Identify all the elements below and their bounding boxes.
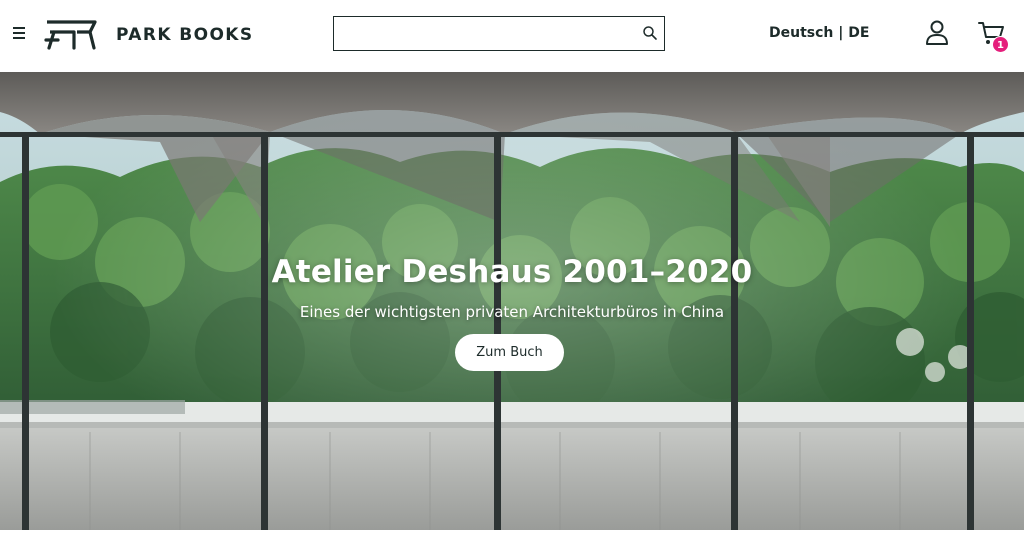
- cart-count-badge: 1: [992, 36, 1009, 53]
- page-content-area: [0, 530, 1024, 551]
- user-icon[interactable]: [925, 20, 949, 46]
- site-header: PARK BOOKS Deutsch | DE 1: [0, 0, 1024, 72]
- search-input[interactable]: [334, 17, 634, 49]
- search-icon[interactable]: [642, 25, 658, 41]
- hamburger-menu-icon[interactable]: [12, 24, 28, 44]
- park-bench-logo-icon: [44, 20, 97, 50]
- hero-banner: Atelier Deshaus 2001–2020 Eines der wich…: [0, 72, 1024, 530]
- brand-logo[interactable]: PARK BOOKS: [44, 18, 254, 52]
- hero-title: Atelier Deshaus 2001–2020: [271, 254, 753, 290]
- hero-content: Atelier Deshaus 2001–2020 Eines der wich…: [0, 72, 1024, 530]
- hero-subtitle: Eines der wichtigsten privaten Architekt…: [299, 303, 725, 321]
- language-selector[interactable]: Deutsch | DE: [769, 25, 869, 41]
- search-box: [333, 16, 665, 51]
- zum-buch-button[interactable]: Zum Buch: [455, 334, 564, 371]
- cart-button[interactable]: 1: [978, 20, 1010, 54]
- brand-name: PARK BOOKS: [116, 25, 254, 45]
